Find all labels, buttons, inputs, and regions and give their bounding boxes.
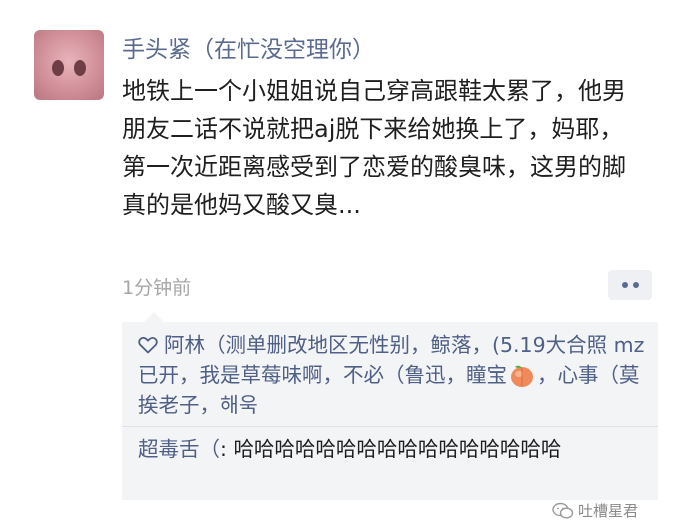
avatar-nostril-right: [74, 60, 86, 76]
avatar[interactable]: [34, 30, 104, 100]
wechat-logo-icon: [552, 502, 574, 519]
watermark: 吐槽星君: [552, 500, 638, 521]
watermark-text: 吐槽星君: [578, 502, 639, 520]
comment-separator: :: [220, 437, 234, 461]
commenter-name[interactable]: 超毒舌（: [138, 437, 220, 461]
more-dot: [621, 282, 628, 288]
comment-item: 超毒舌（: 哈哈哈哈哈哈哈哈哈哈哈哈哈哈哈哈: [138, 434, 648, 464]
post-author-name[interactable]: 手头紧（在忙没空理你）: [122, 30, 375, 64]
post-text: 地铁上一个小姐姐说自己穿高跟鞋太累了，他男朋友二话不说就把aj脱下来给她换上了，…: [122, 77, 626, 219]
more-button[interactable]: [608, 270, 652, 300]
post-time: 1分钟前: [122, 277, 192, 299]
comment-text: 哈哈哈哈哈哈哈哈哈哈哈哈哈哈哈哈: [233, 437, 562, 461]
heart-outline-icon: [138, 337, 158, 354]
likes-list: 阿林（测单删改地区无性别，鲸落，(5.19大合照 mz已开，我是草莓味啊，不必（…: [138, 330, 648, 420]
likes-divider: [122, 426, 658, 427]
comment-section: 阿林（测单删改地区无性别，鲸落，(5.19大合照 mz已开，我是草莓味啊，不必（…: [122, 312, 658, 500]
avatar-nostril-left: [52, 60, 64, 76]
more-dot: [632, 282, 639, 288]
peach-emoji-icon: [511, 365, 533, 387]
comment-section-caret: [144, 312, 164, 322]
